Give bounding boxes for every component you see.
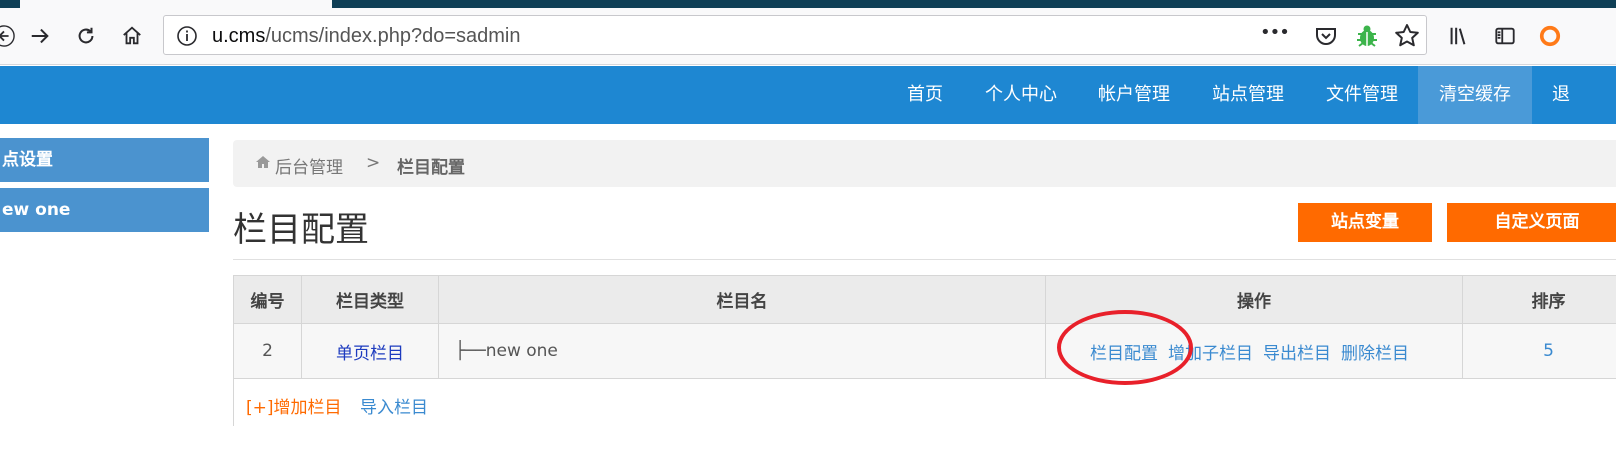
page-title: 栏目配置: [233, 210, 369, 250]
sidebar-toggle-icon[interactable]: [1489, 20, 1521, 52]
header-actions: 操作: [1046, 276, 1463, 324]
column-config-link[interactable]: 栏目配置: [1090, 339, 1158, 364]
browser-toolbar: u.cms/ucms/index.php?do=sadmin •••: [0, 8, 1616, 65]
nav-item-home[interactable]: 首页: [888, 66, 962, 124]
nav-item-files[interactable]: 文件管理: [1316, 66, 1408, 124]
import-column-link[interactable]: 导入栏目: [360, 393, 428, 418]
tab-strip: [0, 0, 1616, 8]
header-name: 栏目名: [439, 276, 1046, 324]
delete-column-link[interactable]: 删除栏目: [1341, 339, 1409, 364]
table-footer: [+]增加栏目 导入栏目: [234, 379, 1616, 426]
cell-actions: 栏目配置 增加子栏目 导出栏目 删除栏目: [1046, 324, 1463, 379]
home-icon: [255, 154, 271, 175]
home-icon[interactable]: [116, 20, 148, 52]
column-table: 编号 栏目类型 栏目名 操作 排序 2 单页栏目 ├──new one 栏目配置…: [233, 275, 1616, 426]
header-id: 编号: [234, 276, 302, 324]
active-tab[interactable]: [20, 0, 332, 8]
url-path: /ucms/index.php?do=sadmin: [265, 25, 521, 47]
site-variables-button[interactable]: 站点变量: [1298, 203, 1432, 242]
bookmark-star-icon[interactable]: [1394, 23, 1420, 49]
info-icon[interactable]: [176, 25, 198, 47]
reload-icon[interactable]: [70, 20, 102, 52]
url-text: u.cms/ucms/index.php?do=sadmin: [212, 25, 521, 48]
site-header: 首页 个人中心 帐户管理 站点管理 文件管理 清空缓存 退: [0, 66, 1616, 124]
title-divider: [233, 259, 1616, 260]
nav-item-profile[interactable]: 个人中心: [975, 66, 1067, 124]
forward-icon[interactable]: [24, 20, 56, 52]
breadcrumb-home[interactable]: 后台管理: [275, 153, 343, 178]
custom-page-button[interactable]: 自定义页面: [1447, 203, 1616, 242]
nav-item-clear-cache[interactable]: 清空缓存: [1418, 66, 1532, 124]
cell-id: 2: [234, 324, 302, 379]
sidebar-item-label: ew one: [2, 200, 71, 220]
breadcrumb: 后台管理 > 栏目配置: [233, 140, 1616, 187]
nav-item-logout[interactable]: 退: [1552, 66, 1592, 124]
cell-order: 5: [1463, 324, 1616, 379]
column-type-link[interactable]: 单页栏目: [336, 339, 404, 364]
sidebar-item-label: 点设置: [2, 150, 53, 170]
header-order: 排序: [1463, 276, 1616, 324]
breadcrumb-current: 栏目配置: [397, 158, 465, 178]
back-icon[interactable]: [0, 20, 20, 52]
cell-name: ├──new one: [439, 324, 1046, 379]
cell-type: 单页栏目: [302, 324, 439, 379]
header-type: 栏目类型: [302, 276, 439, 324]
bug-extension-icon[interactable]: [1354, 23, 1380, 49]
breadcrumb-separator: >: [366, 153, 381, 173]
extension-icon[interactable]: [1534, 20, 1566, 52]
page-actions-icon[interactable]: •••: [1260, 22, 1290, 43]
sidebar-item-new-one[interactable]: ew one: [0, 188, 209, 232]
pocket-icon[interactable]: [1314, 24, 1338, 48]
sidebar-item-site-settings[interactable]: 点设置: [0, 138, 209, 182]
export-column-link[interactable]: 导出栏目: [1263, 339, 1331, 364]
nav-item-sites[interactable]: 站点管理: [1202, 66, 1294, 124]
url-host: u.cms: [212, 25, 266, 47]
order-value[interactable]: 5: [1543, 341, 1554, 361]
nav-item-accounts[interactable]: 帐户管理: [1088, 66, 1180, 124]
add-column-link[interactable]: [+]增加栏目: [246, 393, 342, 418]
add-subcolumn-link[interactable]: 增加子栏目: [1168, 339, 1253, 364]
library-icon[interactable]: [1442, 20, 1474, 52]
address-bar[interactable]: u.cms/ucms/index.php?do=sadmin •••: [163, 15, 1427, 55]
